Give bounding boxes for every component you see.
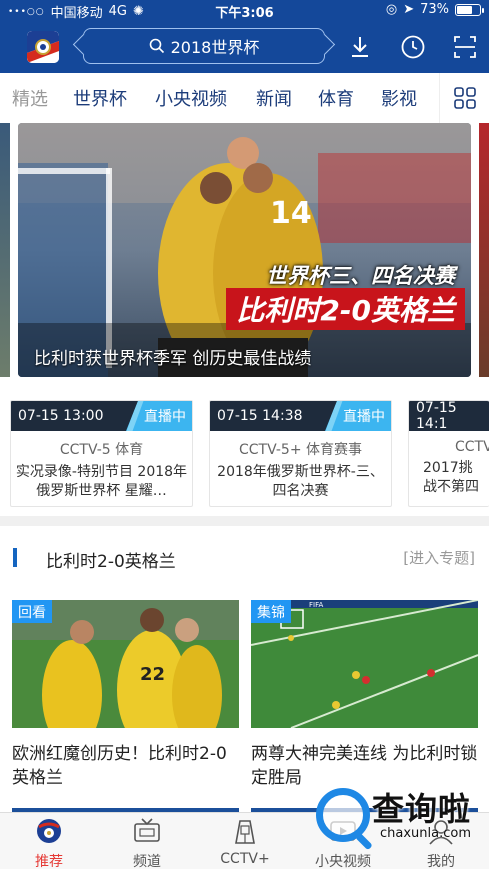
- live-channel: CCTV: [455, 439, 489, 455]
- magnifier-icon: [316, 788, 370, 842]
- nav-cctv-plus[interactable]: CCTV+: [196, 813, 294, 869]
- hero-headline: 比利时2-0英格兰: [226, 288, 465, 330]
- live-schedule-strip: 07-15 13:00 直播中 CCTV-5 体育 实况录像-特别节目 2018…: [0, 395, 489, 513]
- live-badge: 直播中: [325, 401, 391, 431]
- video-title[interactable]: 欧洲红魔创历史！比利时2-0英格兰: [12, 742, 239, 790]
- app-header: •••○○ 中国移动 4G ✺ 下午3:06 ◎ ➤ 73% 2018世界杯: [0, 0, 489, 73]
- live-title: 实况录像-特别节目 2018年俄罗斯世界杯 星耀…: [15, 464, 188, 499]
- tab-news[interactable]: 新闻: [256, 85, 292, 111]
- hero-carousel[interactable]: 14 世界杯三、四名决赛 比利时2-0英格兰 比利时获世界杯季军 创历史最佳战绩: [0, 123, 489, 383]
- category-tabs: 精选 世界杯 小央视频 新闻 体育 影视: [0, 73, 489, 123]
- hero-photo: 14: [18, 123, 471, 377]
- tab-worldcup[interactable]: 世界杯: [73, 85, 127, 111]
- site-watermark: 查询啦 chaxunla.com: [310, 782, 486, 852]
- download-icon[interactable]: [347, 34, 373, 60]
- search-icon: [149, 38, 164, 54]
- video-thumbnail[interactable]: FIFA 集锦: [251, 600, 478, 728]
- live-time: 07-15 14:38: [217, 408, 303, 424]
- nav-label: 我的: [427, 854, 455, 869]
- nav-label: CCTV+: [220, 851, 270, 867]
- topic-accent-bar: [13, 548, 17, 567]
- scan-icon[interactable]: [452, 34, 478, 60]
- nav-label: 推荐: [35, 854, 63, 869]
- video-player-number: 22: [140, 664, 165, 685]
- live-channel: CCTV-5 体育: [59, 442, 144, 458]
- search-text: 2018世界杯: [170, 38, 260, 57]
- live-card[interactable]: 07-15 14:38 直播中 CCTV-5+ 体育赛事 2018年俄罗斯世界杯…: [209, 400, 392, 507]
- nav-label: 频道: [133, 854, 161, 869]
- nav-channels[interactable]: 频道: [98, 813, 196, 869]
- live-time: 07-15 14:1: [416, 400, 457, 432]
- replay-badge: 回看: [12, 600, 52, 623]
- rotation-lock-icon: ◎: [385, 2, 398, 17]
- live-channel: CCTV-5+ 体育赛事: [239, 442, 362, 458]
- location-icon: ➤: [403, 2, 415, 17]
- cctv-plus-icon: [230, 817, 260, 845]
- live-title: 2017挑战不第四: [423, 460, 479, 495]
- stadium-ad-text: FIFA: [309, 601, 323, 609]
- section-divider: [0, 516, 489, 526]
- topic-title: 比利时2-0英格兰: [46, 552, 176, 572]
- video-thumbnail[interactable]: 22 回看: [12, 600, 239, 728]
- carousel-next-peek[interactable]: [479, 123, 489, 377]
- hero-player-number: 14: [270, 196, 312, 231]
- hero-subtitle: 世界杯三、四名决赛: [266, 264, 455, 288]
- highlights-badge: 集锦: [251, 600, 291, 623]
- nav-recommend[interactable]: 推荐: [0, 813, 98, 869]
- history-clock-icon[interactable]: [400, 34, 426, 60]
- hero-caption: 比利时获世界杯季军 创历史最佳战绩: [34, 349, 312, 369]
- battery-icon: [455, 3, 484, 16]
- live-badge: 直播中: [126, 401, 192, 431]
- tab-sports[interactable]: 体育: [318, 85, 354, 111]
- nav-label: 小央视频: [315, 854, 371, 869]
- live-title: 2018年俄罗斯世界杯-三、四名决赛: [217, 464, 384, 499]
- live-card[interactable]: 07-15 14:1 CCTV 2017挑战不第四: [408, 400, 489, 507]
- tab-featured[interactable]: 精选: [12, 85, 48, 111]
- tv-icon: [132, 817, 162, 845]
- watermark-text: 查询啦: [372, 790, 472, 828]
- enter-topic-link[interactable]: [进入专题]: [403, 547, 475, 568]
- tab-movies[interactable]: 影视: [381, 85, 417, 111]
- tab-xiaoyang-video[interactable]: 小央视频: [155, 85, 227, 111]
- carousel-prev-peek[interactable]: [0, 123, 10, 377]
- grid-menu-icon[interactable]: [439, 73, 489, 123]
- battery-percent: 73%: [420, 2, 449, 17]
- live-card[interactable]: 07-15 13:00 直播中 CCTV-5 体育 实况录像-特别节目 2018…: [10, 400, 193, 507]
- hero-banner[interactable]: 14 世界杯三、四名决赛 比利时2-0英格兰 比利时获世界杯季军 创历史最佳战绩: [18, 123, 471, 377]
- status-bar: •••○○ 中国移动 4G ✺ 下午3:06 ◎ ➤ 73%: [0, 0, 489, 21]
- search-bar[interactable]: 2018世界杯: [83, 28, 325, 64]
- live-time: 07-15 13:00: [18, 408, 104, 424]
- worldcup-ball-icon: [34, 817, 64, 845]
- watermark-url: chaxunla.com: [380, 826, 471, 841]
- russia-2018-logo-icon[interactable]: [27, 31, 59, 63]
